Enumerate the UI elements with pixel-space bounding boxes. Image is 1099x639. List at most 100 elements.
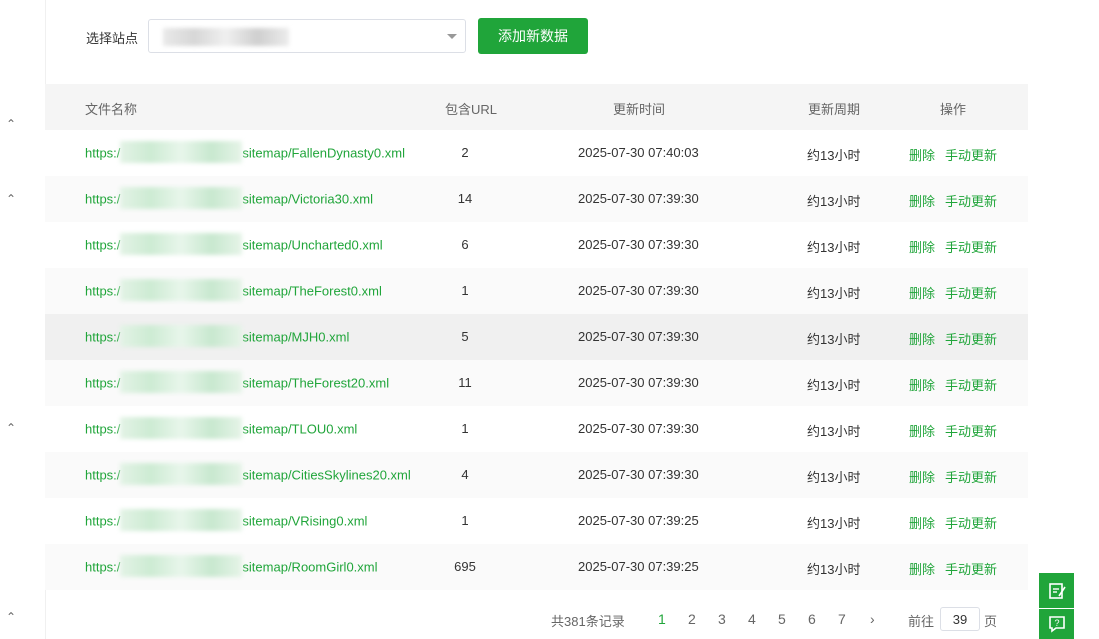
delete-button[interactable]: 删除 [909,421,935,440]
url-domain-redacted [120,279,243,301]
url-prefix: https:/ [85,421,121,437]
url-prefix: https:/ [85,559,121,575]
delete-button[interactable]: 删除 [909,467,935,486]
url-count: 695 [454,559,476,574]
chevron-down-icon [447,34,457,39]
goto-page-input[interactable] [940,607,980,631]
table-row: https:/ sitemap/RoomGirl0.xml 695 2025-07-3… [45,544,1028,590]
url-count: 1 [461,283,469,298]
collapse-caret-icon[interactable]: ⌃ [4,118,18,130]
site-select-label: 选择站点 [86,31,139,46]
sitemap-url-link[interactable]: https:/ sitemap/MJH0.xml [85,325,350,347]
page-number[interactable]: 5 [778,611,786,627]
delete-button[interactable]: 删除 [909,375,935,394]
update-time: 2025-07-30 07:39:25 [578,513,699,528]
sitemap-file: sitemap/FallenDynasty0.xml [242,145,405,161]
update-time: 2025-07-30 07:39:30 [578,375,699,390]
url-count: 4 [461,467,469,482]
update-time: 2025-07-30 07:39:30 [578,237,699,252]
url-prefix: https:/ [85,237,121,253]
next-page-icon[interactable]: › [870,611,875,627]
url-domain-redacted [120,233,243,255]
collapse-caret-icon[interactable]: ⌃ [4,422,18,434]
update-period: 约13小时 [807,562,861,577]
site-select[interactable] [148,19,466,53]
sitemap-url-link[interactable]: https:/ sitemap/RoomGirl0.xml [85,555,378,577]
sitemap-url-link[interactable]: https:/ sitemap/Uncharted0.xml [85,233,383,255]
url-count: 14 [457,191,473,206]
delete-button[interactable]: 删除 [909,283,935,302]
table-body: https:/ sitemap/FallenDynasty0.xml 2 2025-0… [45,130,1028,590]
sitemap-file: sitemap/MJH0.xml [242,329,350,345]
update-period: 约13小时 [807,470,861,485]
page-number[interactable]: 4 [748,611,756,627]
manual-update-button[interactable]: 手动更新 [945,145,997,164]
url-domain-redacted [120,325,243,347]
manual-update-button[interactable]: 手动更新 [945,191,997,210]
delete-button[interactable]: 删除 [909,237,935,256]
sitemap-file: sitemap/TLOU0.xml [242,421,358,437]
page-number[interactable]: 6 [808,611,816,627]
manual-update-button[interactable]: 手动更新 [945,421,997,440]
header-update-time: 更新时间 [613,102,666,117]
page-number[interactable]: 7 [838,611,846,627]
delete-button[interactable]: 删除 [909,513,935,532]
page-number[interactable]: 2 [688,611,696,627]
update-time: 2025-07-30 07:39:30 [578,467,699,482]
manual-update-button[interactable]: 手动更新 [945,375,997,394]
add-data-button[interactable]: 添加新数据 [478,18,588,54]
header-update-period: 更新周期 [808,102,861,117]
edit-note-icon [1048,582,1066,599]
update-time: 2025-07-30 07:40:03 [578,145,699,160]
url-count: 1 [461,421,469,436]
sitemap-url-link[interactable]: https:/ sitemap/TheForest0.xml [85,279,382,301]
sitemap-file: sitemap/RoomGirl0.xml [242,559,378,575]
sitemap-file: sitemap/Uncharted0.xml [242,237,383,253]
update-time: 2025-07-30 07:39:25 [578,559,699,574]
url-prefix: https:/ [85,283,121,299]
help-icon: ? [1048,616,1065,633]
url-domain-redacted [120,463,243,485]
manual-update-button[interactable]: 手动更新 [945,237,997,256]
update-time: 2025-07-30 07:39:30 [578,421,699,436]
total-records: 共381条记录 [551,614,625,629]
feedback-button[interactable] [1039,573,1074,608]
manual-update-button[interactable]: 手动更新 [945,559,997,578]
table-row: https:/ sitemap/VRising0.xml 1 2025-07-30 0… [45,498,1028,544]
table-row: https:/ sitemap/TheForest20.xml 11 2025-07-… [45,360,1028,406]
sitemap-url-link[interactable]: https:/ sitemap/TLOU0.xml [85,417,358,439]
url-prefix: https:/ [85,191,121,207]
manual-update-button[interactable]: 手动更新 [945,467,997,486]
update-period: 约13小时 [807,194,861,209]
page-number[interactable]: 3 [718,611,726,627]
url-prefix: https:/ [85,375,121,391]
sitemap-url-link[interactable]: https:/ sitemap/TheForest20.xml [85,371,389,393]
url-count: 6 [461,237,469,252]
url-prefix: https:/ [85,467,121,483]
sitemap-url-link[interactable]: https:/ sitemap/CitiesSkylines20.xml [85,463,411,485]
delete-button[interactable]: 删除 [909,145,935,164]
manual-update-button[interactable]: 手动更新 [945,283,997,302]
delete-button[interactable]: 删除 [909,329,935,348]
sitemap-url-link[interactable]: https:/ sitemap/Victoria30.xml [85,187,373,209]
update-time: 2025-07-30 07:39:30 [578,191,699,206]
page-number[interactable]: 1 [658,611,666,627]
table-row: https:/ sitemap/FallenDynasty0.xml 2 2025-0… [45,130,1028,176]
manual-update-button[interactable]: 手动更新 [945,329,997,348]
header-url-count: 包含URL [445,102,498,117]
delete-button[interactable]: 删除 [909,559,935,578]
url-count: 5 [461,329,469,344]
url-count: 1 [461,513,469,528]
sitemap-url-link[interactable]: https:/ sitemap/FallenDynasty0.xml [85,141,405,163]
delete-button[interactable]: 删除 [909,191,935,210]
url-domain-redacted [120,417,243,439]
collapse-caret-icon[interactable]: ⌃ [4,611,18,623]
table-row: https:/ sitemap/TLOU0.xml 1 2025-07-30 07:3… [45,406,1028,452]
update-period: 约13小时 [807,378,861,393]
sitemap-url-link[interactable]: https:/ sitemap/VRising0.xml [85,509,367,531]
url-count: 2 [461,145,469,160]
collapse-caret-icon[interactable]: ⌃ [4,193,18,205]
url-domain-redacted [120,371,243,393]
help-button[interactable]: ? [1039,609,1074,639]
manual-update-button[interactable]: 手动更新 [945,513,997,532]
